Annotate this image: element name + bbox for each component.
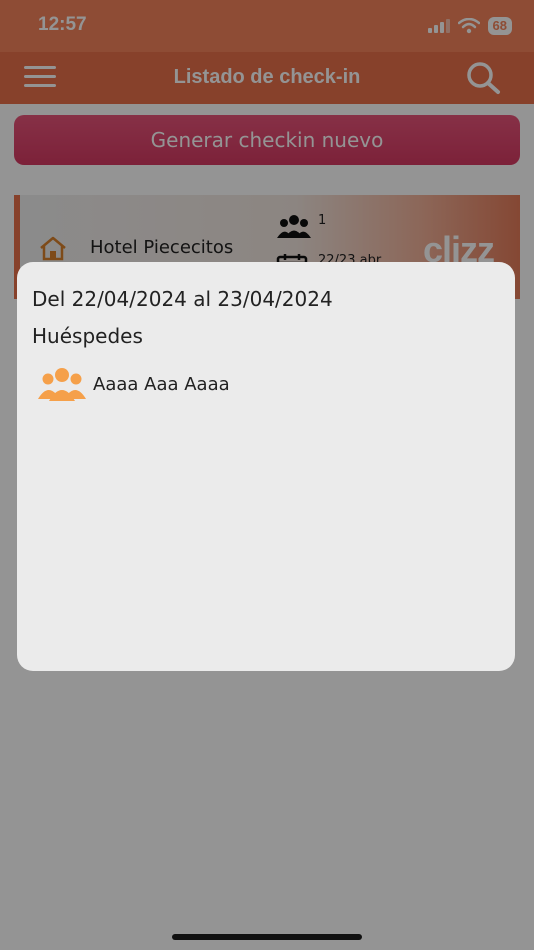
guest-name: Aaaa Aaa Aaaa xyxy=(93,373,230,395)
guests-icon xyxy=(38,368,86,401)
home-indicator[interactable] xyxy=(172,934,362,940)
guests-heading: Huéspedes xyxy=(32,324,143,348)
date-range: Del 22/04/2024 al 23/04/2024 xyxy=(32,287,333,311)
list-item: Aaaa Aaa Aaaa xyxy=(37,366,230,402)
checkin-detail-modal: Del 22/04/2024 al 23/04/2024 Huéspedes A… xyxy=(17,262,515,671)
